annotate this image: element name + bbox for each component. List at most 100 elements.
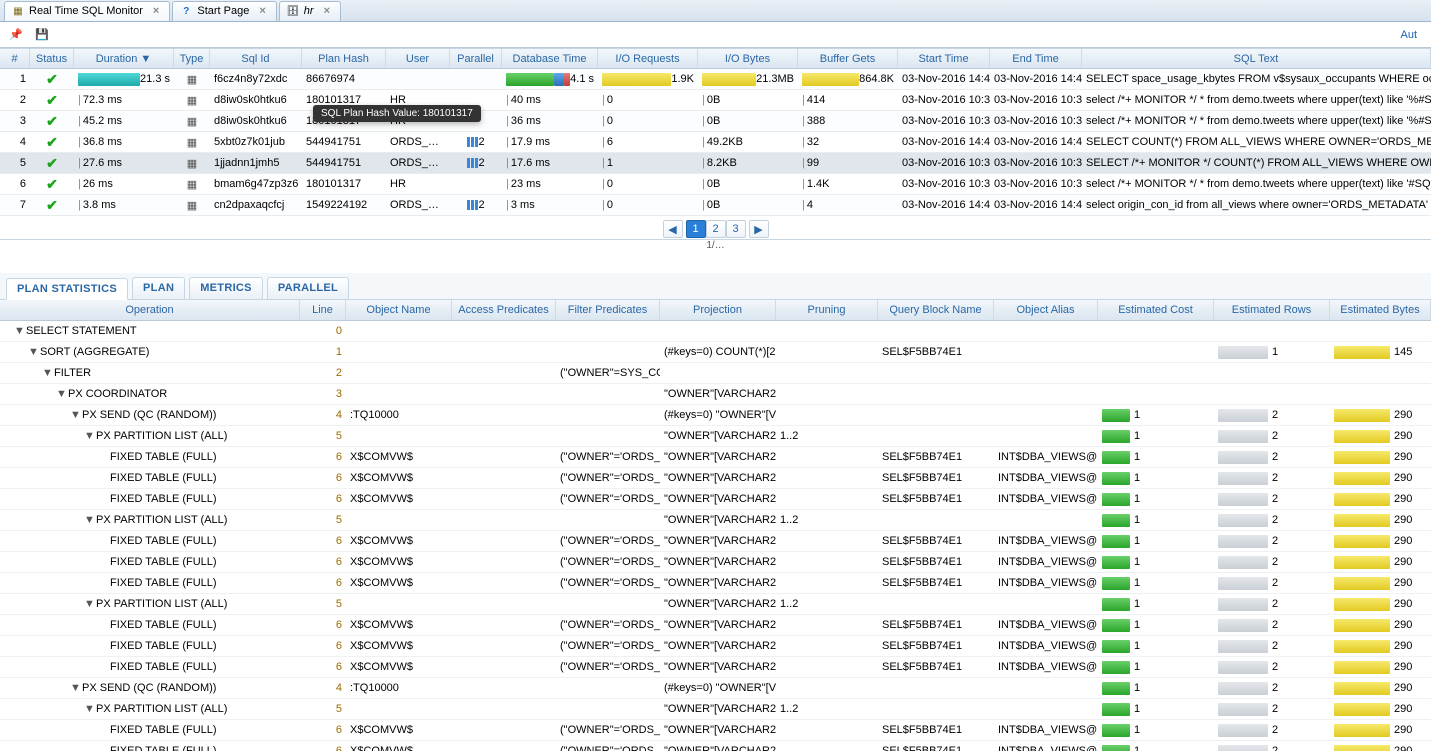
col-header[interactable]: End Time — [990, 49, 1082, 68]
expand-icon[interactable]: ▼ — [28, 346, 38, 358]
pager-prev[interactable]: ◀ — [663, 220, 683, 238]
page-3[interactable]: 3 — [726, 220, 746, 238]
col-header[interactable]: Database Time — [502, 49, 598, 68]
subtab-parallel[interactable]: PARALLEL — [267, 277, 349, 299]
subtab-metrics[interactable]: METRICS — [189, 277, 263, 299]
plan-col-header[interactable]: Line — [300, 300, 346, 320]
col-header[interactable]: I/O Requests — [598, 49, 698, 68]
plan-row[interactable]: FIXED TABLE (FULL)6X$COMVW$("OWNER"='ORD… — [0, 657, 1431, 678]
col-header[interactable]: Start Time — [898, 49, 990, 68]
db-icon: 🗄 — [286, 4, 300, 18]
parallel-icon — [467, 137, 478, 147]
tab-start-page[interactable]: ? Start Page × — [172, 1, 276, 21]
close-icon[interactable]: × — [259, 5, 265, 17]
expand-icon[interactable]: ▼ — [42, 367, 52, 379]
sql-row[interactable]: 3✔|45.2 ms▦d8iw0sk0htku6180101317HR|36 m… — [0, 111, 1431, 132]
sql-type-icon: ▦ — [187, 157, 197, 170]
sql-type-icon: ▦ — [187, 178, 197, 191]
col-header[interactable]: I/O Bytes — [698, 49, 798, 68]
sql-type-icon: ▦ — [187, 199, 197, 212]
plan-col-header[interactable]: Query Block Name — [878, 300, 994, 320]
col-header[interactable]: Status — [30, 49, 74, 68]
plan-row[interactable]: ▼SELECT STATEMENT0 — [0, 321, 1431, 342]
sql-type-icon: ▦ — [187, 136, 197, 149]
plan-row[interactable]: ▼PX SEND (QC (RANDOM))4:TQ10000(#keys=0)… — [0, 678, 1431, 699]
col-header[interactable]: Duration ▼ — [74, 49, 174, 68]
sql-row[interactable]: 6✔|26 ms▦bmam6g47zp3z6180101317HR|23 ms|… — [0, 174, 1431, 195]
col-header[interactable]: Parallel — [450, 49, 502, 68]
sql-row[interactable]: 7✔|3.8 ms▦cn2dpaxaqcfcj1549224192ORDS_… … — [0, 195, 1431, 216]
plan-row[interactable]: ▼PX SEND (QC (RANDOM))4:TQ10000(#keys=0)… — [0, 405, 1431, 426]
plan-row[interactable]: FIXED TABLE (FULL)6X$COMVW$("OWNER"='ORD… — [0, 552, 1431, 573]
status-ok-icon: ✔ — [46, 92, 58, 109]
auto-refresh-link[interactable]: Aut — [1400, 29, 1425, 41]
col-header[interactable]: Plan Hash — [302, 49, 386, 68]
col-header[interactable]: # — [0, 49, 30, 68]
plan-row[interactable]: ▼PX COORDINATOR3"OWNER"[VARCHAR2… — [0, 384, 1431, 405]
col-header[interactable]: User — [386, 49, 450, 68]
plan-col-header[interactable]: Object Name — [346, 300, 452, 320]
expand-icon[interactable]: ▼ — [84, 598, 94, 610]
expand-icon[interactable]: ▼ — [70, 409, 80, 421]
status-ok-icon: ✔ — [46, 71, 58, 88]
status-ok-icon: ✔ — [46, 155, 58, 172]
plan-col-header[interactable]: Pruning — [776, 300, 878, 320]
plan-col-header[interactable]: Filter Predicates — [556, 300, 660, 320]
plan-header: OperationLineObject NameAccess Predicate… — [0, 300, 1431, 321]
plan-col-header[interactable]: Object Alias — [994, 300, 1098, 320]
save-button[interactable]: 💾 — [32, 25, 52, 45]
detail-tabs: PLAN STATISTICSPLANMETRICSPARALLEL — [0, 273, 1431, 300]
plan-row[interactable]: ▼FILTER2("OWNER"=SYS_CON… — [0, 363, 1431, 384]
plan-row[interactable]: FIXED TABLE (FULL)6X$COMVW$("OWNER"='ORD… — [0, 531, 1431, 552]
sql-row[interactable]: 2✔|72.3 ms▦d8iw0sk0htku6180101317HR|40 m… — [0, 90, 1431, 111]
plan-col-header[interactable]: Estimated Cost — [1098, 300, 1214, 320]
plan-col-header[interactable]: Operation — [0, 300, 300, 320]
expand-icon[interactable]: ▼ — [84, 703, 94, 715]
plan-row[interactable]: FIXED TABLE (FULL)6X$COMVW$("OWNER"='ORD… — [0, 741, 1431, 751]
plan-col-header[interactable]: Estimated Rows — [1214, 300, 1330, 320]
expand-icon[interactable]: ▼ — [70, 682, 80, 694]
page-2[interactable]: 2 — [706, 220, 726, 238]
plan-row[interactable]: FIXED TABLE (FULL)6X$COMVW$("OWNER"='ORD… — [0, 489, 1431, 510]
pin-button[interactable]: 📌 — [6, 25, 26, 45]
close-icon[interactable]: × — [324, 5, 330, 17]
plan-col-header[interactable]: Access Predicates — [452, 300, 556, 320]
sql-row[interactable]: 1✔ 21.3 s▦f6cz4n8y72xdc86676974 4.1 s 1.… — [0, 69, 1431, 90]
plan-row[interactable]: ▼SORT (AGGREGATE)1(#keys=0) COUNT(*)[22]… — [0, 342, 1431, 363]
plan-row[interactable]: FIXED TABLE (FULL)6X$COMVW$("OWNER"='ORD… — [0, 615, 1431, 636]
close-icon[interactable]: × — [153, 5, 159, 17]
subtab-plan-statistics[interactable]: PLAN STATISTICS — [6, 278, 128, 300]
status-ok-icon: ✔ — [46, 176, 58, 193]
plan-row[interactable]: FIXED TABLE (FULL)6X$COMVW$("OWNER"='ORD… — [0, 468, 1431, 489]
col-header[interactable]: Type — [174, 49, 210, 68]
pager: ◀ 123 ▶ — [0, 216, 1431, 240]
sql-row[interactable]: 4✔|36.8 ms▦5xbt0z7k01jub544941751ORDS_… … — [0, 132, 1431, 153]
expand-icon[interactable]: ▼ — [56, 388, 66, 400]
plan-row[interactable]: FIXED TABLE (FULL)6X$COMVW$("OWNER"='ORD… — [0, 636, 1431, 657]
col-header[interactable]: Sql Id — [210, 49, 302, 68]
sql-row[interactable]: 5✔|27.6 ms▦1jjadnn1jmh5544941751ORDS_… 2… — [0, 153, 1431, 174]
plan-row[interactable]: FIXED TABLE (FULL)6X$COMVW$("OWNER"='ORD… — [0, 447, 1431, 468]
plan-row[interactable]: ▼PX PARTITION LIST (ALL)5"OWNER"[VARCHAR… — [0, 594, 1431, 615]
page-1[interactable]: 1 — [686, 220, 706, 238]
plan-row[interactable]: ▼PX PARTITION LIST (ALL)5"OWNER"[VARCHAR… — [0, 510, 1431, 531]
plan-row[interactable]: ▼PX PARTITION LIST (ALL)5"OWNER"[VARCHAR… — [0, 699, 1431, 720]
plan-row[interactable]: FIXED TABLE (FULL)6X$COMVW$("OWNER"='ORD… — [0, 720, 1431, 741]
plan-row[interactable]: ▼PX PARTITION LIST (ALL)5"OWNER"[VARCHAR… — [0, 426, 1431, 447]
tab-sql-monitor[interactable]: ▦ Real Time SQL Monitor × — [4, 1, 170, 21]
sql-type-icon: ▦ — [187, 94, 197, 107]
sql-grid-header: #StatusDuration ▼TypeSql IdPlan HashUser… — [0, 48, 1431, 69]
col-header[interactable]: SQL Text — [1082, 49, 1431, 68]
plan-col-header[interactable]: Projection — [660, 300, 776, 320]
status-ok-icon: ✔ — [46, 113, 58, 130]
expand-icon[interactable]: ▼ — [84, 514, 94, 526]
col-header[interactable]: Buffer Gets — [798, 49, 898, 68]
pager-next[interactable]: ▶ — [749, 220, 769, 238]
tab-hr[interactable]: 🗄 hr × — [279, 1, 341, 21]
expand-icon[interactable]: ▼ — [84, 430, 94, 442]
expand-icon[interactable]: ▼ — [14, 325, 24, 337]
plan-col-header[interactable]: Estimated Bytes — [1330, 300, 1431, 320]
toolbar: 📌 💾 Aut — [0, 22, 1431, 48]
plan-row[interactable]: FIXED TABLE (FULL)6X$COMVW$("OWNER"='ORD… — [0, 573, 1431, 594]
subtab-plan[interactable]: PLAN — [132, 277, 185, 299]
